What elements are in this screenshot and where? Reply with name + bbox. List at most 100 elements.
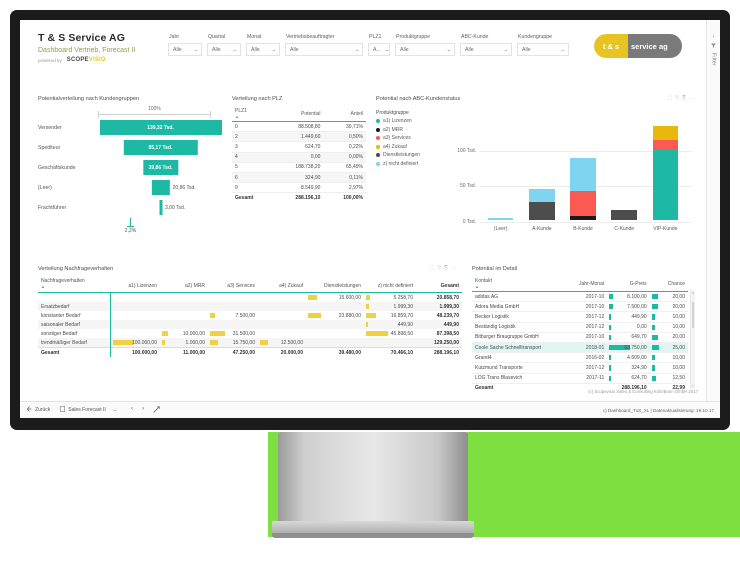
detail-col-header[interactable]: Jahr-Monat bbox=[564, 276, 608, 292]
stacked-bar-column[interactable] bbox=[529, 188, 555, 220]
table-row[interactable]: sonstiger Bedarf 10.000,00 31.500,00 45.898… bbox=[38, 329, 462, 338]
table-row[interactable]: 15.600,00 5.258,70 20.858,70 bbox=[38, 292, 462, 302]
table-row[interactable]: 3 624,70 0,22% bbox=[232, 141, 366, 153]
slicer-dropdown[interactable]: A... ⌄ bbox=[368, 43, 390, 56]
matrix-table[interactable]: Nachfrageverhalten ▲ a1) Lizenzen a2) MRR a3… bbox=[38, 276, 462, 357]
matrix-col-header[interactable]: Gesamt bbox=[416, 276, 462, 293]
expand-icon[interactable] bbox=[153, 405, 160, 415]
focus-icon[interactable]: ⬚ bbox=[667, 95, 672, 101]
table-row[interactable]: Becker Logistik 2017-12 449,90 10,00 bbox=[472, 311, 688, 323]
legend-item[interactable]: a2) MRR bbox=[376, 127, 454, 133]
table-row[interactable]: Adora Media GmbH 2017-10 7.500,00 20,00 bbox=[472, 301, 688, 313]
matrix-col-header[interactable]: a4) Zukauf bbox=[258, 276, 306, 293]
table-row[interactable]: 6 324,90 0,11% bbox=[232, 172, 366, 184]
stacked-bar-column[interactable] bbox=[611, 210, 637, 220]
chevron-down-icon[interactable]: ⌄ bbox=[193, 47, 199, 53]
stacked-bar-column[interactable] bbox=[487, 217, 514, 220]
more-icon[interactable]: … bbox=[451, 265, 456, 271]
chevron-down-icon[interactable]: ⌄ bbox=[271, 47, 277, 53]
table-row[interactable]: trendmäßiger Bedarf 100.000,00 1.000,00 15.… bbox=[38, 338, 462, 348]
table-row[interactable]: Bitburger Braugruppe GmbH 2017-10 649,70 20… bbox=[472, 332, 688, 343]
slicer-produktgruppe[interactable]: Produktgruppe Alle ⌄ bbox=[395, 34, 455, 56]
focus-icon[interactable]: ⬚ bbox=[429, 265, 434, 271]
bar-segment[interactable] bbox=[570, 191, 596, 217]
prev-page-button[interactable]: ‹ bbox=[131, 406, 133, 415]
slicer-plz1[interactable]: PLZ1 A... ⌄ bbox=[368, 34, 390, 56]
panel-tools-matrix[interactable]: ⬚ ▽ ⎘ … bbox=[429, 265, 456, 271]
chevron-down-icon[interactable]: ⌄ bbox=[503, 47, 509, 53]
table-row[interactable]: 5 188.738,20 65,49% bbox=[232, 162, 366, 173]
bar-segment[interactable] bbox=[570, 157, 596, 192]
scroll-up-icon[interactable]: ʌ bbox=[692, 290, 694, 295]
table-row[interactable]: 0 88.508,80 30,71% bbox=[232, 121, 366, 133]
funnel-bar[interactable]: 85,17 Tsd. bbox=[123, 140, 198, 155]
table-row[interactable]: adidas AG 2017-10 8.100,00 20,00 bbox=[472, 291, 688, 303]
detail-header-row[interactable]: Kontakt ▲ Jahr-Monat G-Preis Chance bbox=[472, 276, 688, 292]
detail-col-header[interactable]: Chance bbox=[649, 276, 688, 292]
slicer-kundengruppe[interactable]: Kundengruppe Alle ⌄ bbox=[517, 34, 569, 56]
slicer-quartal[interactable]: Quartal Alle ⌄ bbox=[207, 34, 241, 56]
detail-scrollbar[interactable]: ʌ ⱽ bbox=[690, 290, 695, 389]
table-row[interactable]: Ersatzbedarf 1.999,30 1.999,30 bbox=[38, 302, 462, 311]
detail-body[interactable]: adidas AG 2017-10 8.100,00 20,00 Adora Media… bbox=[472, 291, 688, 393]
table-row[interactable]: 9 8.549,90 2,97% bbox=[232, 182, 366, 194]
matrix-col-header[interactable]: z) nicht definiert bbox=[364, 276, 416, 293]
chevron-down-icon[interactable]: ⌄ bbox=[354, 47, 360, 53]
chevron-down-icon[interactable]: ⌄ bbox=[560, 47, 566, 53]
table-row[interactable]: LOG Trans Blasevich 2017-11 624,70 12,50 bbox=[472, 373, 688, 384]
table-row[interactable]: konstanter Bedarf 7.500,00 23.880,00 16.859… bbox=[38, 311, 462, 320]
matrix-col-header[interactable]: Nachfrageverhalten ▲ bbox=[38, 276, 110, 293]
matrix-col-header[interactable]: a3) Services bbox=[208, 276, 258, 293]
page-selector[interactable]: Sales Forecast II ⌄ bbox=[60, 406, 118, 414]
matrix-header-row[interactable]: Nachfrageverhalten ▲ a1) Lizenzen a2) MRR a3… bbox=[38, 276, 462, 293]
detail-table[interactable]: Kontakt ▲ Jahr-Monat G-Preis Chance adidas A… bbox=[472, 276, 688, 393]
funnel-row[interactable]: (Leer) 20,86 Tsd. bbox=[38, 178, 223, 198]
plz-col-header[interactable]: Potential bbox=[272, 106, 324, 122]
bar-segment[interactable] bbox=[570, 216, 596, 220]
table-row[interactable]: Beständig Logistik 2017-12 0,00 10,00 bbox=[472, 322, 688, 333]
bar-segment[interactable] bbox=[652, 148, 679, 220]
more-icon[interactable]: … bbox=[689, 95, 694, 101]
stacked-bar-column[interactable] bbox=[652, 125, 679, 220]
pin-icon[interactable]: ⎘ bbox=[682, 95, 686, 101]
slicer-vertriebsbeauftragter[interactable]: Vertriebsbeauftragter Alle ⌄ bbox=[285, 34, 363, 56]
chevron-down-icon[interactable]: ⌄ bbox=[232, 47, 238, 53]
funnel-bar[interactable]: 39,86 Tsd. bbox=[142, 160, 179, 175]
bar-segment[interactable] bbox=[611, 210, 637, 220]
scrollbar-thumb[interactable] bbox=[692, 302, 694, 328]
bar-segment[interactable] bbox=[652, 125, 679, 140]
slicer-dropdown[interactable]: Alle ⌄ bbox=[395, 43, 455, 56]
panel-tools-abc[interactable]: ⬚ ▽ ⎘ … bbox=[667, 95, 694, 101]
legend-item[interactable]: Dienstleistungen bbox=[376, 152, 454, 158]
filter-icon[interactable]: ▽ bbox=[675, 95, 679, 101]
bar-segment[interactable] bbox=[529, 188, 555, 203]
slicer-monat[interactable]: Monat Alle ⌄ bbox=[246, 34, 280, 56]
legend-item[interactable]: a1) Lizenzen bbox=[376, 118, 454, 124]
funnel-bar[interactable] bbox=[159, 200, 162, 215]
funnel-row[interactable]: Frachtführer 3,00 Tsd. bbox=[38, 198, 223, 218]
stacked-bar-column[interactable] bbox=[570, 157, 596, 220]
slicer-abc-kunde[interactable]: ABC-Kunde Alle ⌄ bbox=[460, 34, 512, 56]
chevron-down-icon[interactable]: ⌄ bbox=[446, 47, 452, 53]
slicer-dropdown[interactable]: Alle ⌄ bbox=[285, 43, 363, 56]
legend-item[interactable]: a3) Services bbox=[376, 135, 454, 141]
chevron-left-icon[interactable]: ‹ bbox=[713, 34, 715, 40]
funnel-bar[interactable] bbox=[151, 180, 170, 195]
table-row[interactable]: saisonaler Bedarf 449,90 449,90 bbox=[38, 320, 462, 329]
matrix-body[interactable]: 15.600,00 5.258,70 20.858,70 Ersatzbedarf 1.… bbox=[38, 292, 462, 357]
plz-header-row[interactable]: PLZ1 ▲ Potential Anteil bbox=[232, 106, 366, 122]
filter-pane-collapsed[interactable]: ‹ Filter bbox=[706, 20, 720, 418]
legend-item[interactable]: a4) Zukauf bbox=[376, 144, 454, 150]
slicer-dropdown[interactable]: Alle ⌄ bbox=[460, 43, 512, 56]
matrix-col-header[interactable]: a1) Lizenzen bbox=[110, 276, 160, 293]
table-row[interactable]: Grand4 2016-02 4.609,00 10,00 bbox=[472, 352, 688, 364]
legend-item[interactable]: z) nicht definiert bbox=[376, 161, 454, 167]
table-row[interactable]: Coole Sache Schnelltransport 2018-01 63.75… bbox=[472, 342, 688, 354]
pin-icon[interactable]: ⎘ bbox=[444, 265, 448, 271]
table-row[interactable]: 4 0,00 0,00% bbox=[232, 152, 366, 163]
matrix-col-header[interactable]: a2) MRR bbox=[160, 276, 208, 293]
plz-table[interactable]: PLZ1 ▲ Potential Anteil 0 88.508,80 30,71% 2 1.… bbox=[232, 106, 366, 203]
chevron-down-icon[interactable]: ⌄ bbox=[384, 47, 390, 53]
funnel-row[interactable]: Geschäftskunde 39,86 Tsd. bbox=[38, 158, 223, 178]
bar-segment[interactable] bbox=[529, 202, 555, 220]
